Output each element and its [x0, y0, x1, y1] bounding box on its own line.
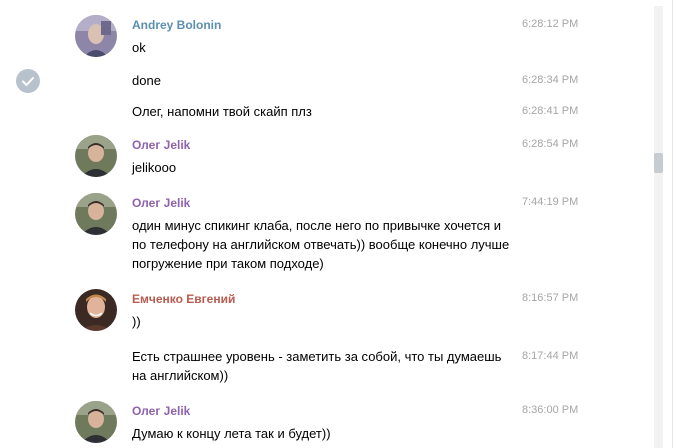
avatar-oleg-jelik[interactable]: [75, 401, 117, 443]
sender-name[interactable]: Олег Jelik: [132, 137, 190, 153]
message-text: Олег, напомни твой скайп плз: [132, 104, 312, 119]
message-time[interactable]: 6:28:41 PM: [522, 104, 578, 118]
message-text: done: [132, 73, 161, 88]
message-time[interactable]: 8:16:57 PM: [522, 291, 578, 305]
sender-name[interactable]: Олег Jelik: [132, 195, 190, 211]
user-photo: [75, 401, 117, 443]
panel-border: [672, 0, 673, 448]
message-text: Думаю к концу лета так и будет)): [132, 426, 331, 441]
avatar-oleg-jelik[interactable]: [75, 135, 117, 177]
sender-name[interactable]: Олег Jelik: [132, 403, 190, 419]
avatar-oleg-jelik[interactable]: [75, 193, 117, 235]
user-photo: [75, 193, 117, 235]
message-time[interactable]: 6:28:54 PM: [522, 137, 578, 151]
scrollbar-track[interactable]: [654, 6, 663, 448]
message-time[interactable]: 6:28:12 PM: [522, 17, 578, 31]
avatar-andrey-bolonin[interactable]: [75, 15, 117, 57]
user-photo: [75, 135, 117, 177]
message-time[interactable]: 8:36:00 PM: [522, 403, 578, 417]
message-history[interactable]: Andrey Bolonin 6:28:12 PM ok 6:28:34 PM …: [0, 0, 650, 448]
checkmark-icon: [22, 77, 34, 86]
sender-name[interactable]: Емченко Евгений: [132, 291, 235, 307]
message-text: ok: [132, 40, 146, 55]
message-text: один минус спикинг клаба, после него по …: [132, 218, 510, 271]
message-text: jelikooo: [132, 160, 177, 175]
sender-name[interactable]: Andrey Bolonin: [132, 17, 221, 33]
avatar-emchenko-evgeny[interactable]: [75, 289, 117, 331]
scrollbar-thumb[interactable]: [654, 153, 663, 173]
user-photo: [75, 289, 117, 331]
message-text: )): [132, 314, 141, 329]
message-time[interactable]: 6:28:34 PM: [522, 73, 578, 87]
user-photo: [75, 15, 117, 57]
select-message-checkbox[interactable]: [16, 69, 40, 93]
message-text: Есть страшнее уровень - заметить за собо…: [132, 349, 502, 383]
message-time[interactable]: 7:44:19 PM: [522, 195, 578, 209]
message-time[interactable]: 8:17:44 PM: [522, 349, 578, 363]
